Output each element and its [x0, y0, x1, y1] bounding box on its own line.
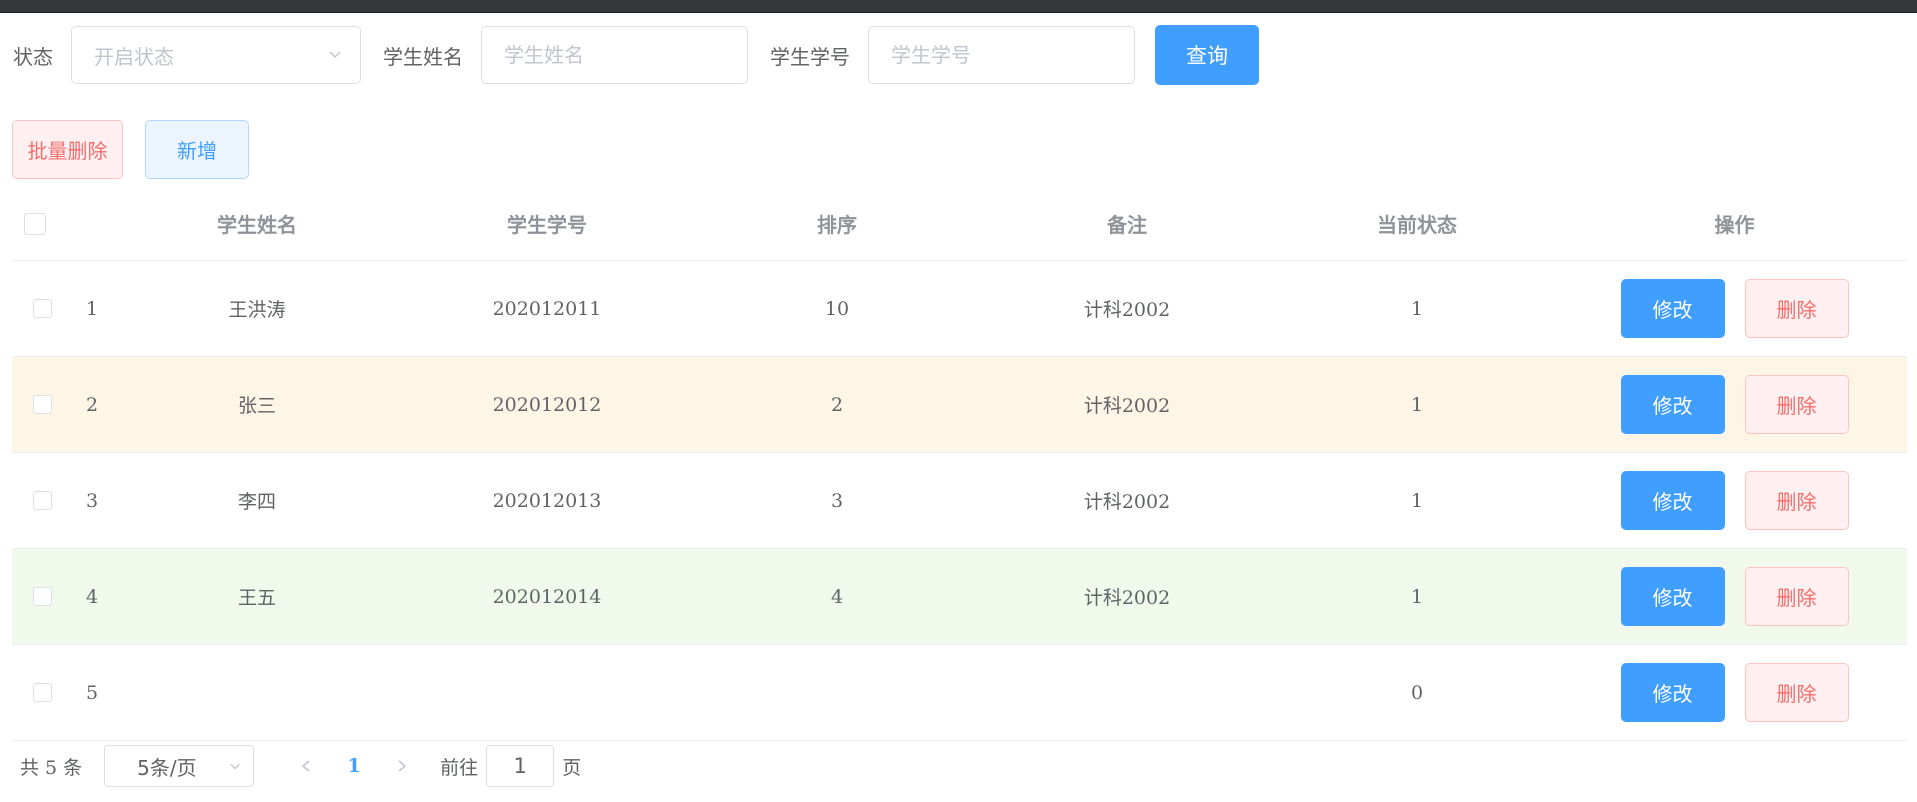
- chevron-down-icon: [230, 763, 240, 770]
- page-number-current[interactable]: 1: [326, 745, 382, 787]
- cell-remark: 计科2002: [1083, 299, 1171, 321]
- column-header-state[interactable]: 当前状态: [1272, 209, 1562, 238]
- cell-name: 王五: [237, 587, 276, 609]
- delete-button[interactable]: 删除: [1744, 471, 1849, 530]
- student-name-input[interactable]: [482, 42, 747, 68]
- table-row[interactable]: 2 张三 202012012 2 计科2002 1 修改 删除: [12, 357, 1907, 453]
- cell-actions: 修改 删除: [1562, 567, 1907, 626]
- toolbar: 批量删除 新增: [12, 120, 249, 179]
- row-checkbox-cell: [12, 587, 72, 606]
- cell-actions: 修改 删除: [1562, 375, 1907, 434]
- delete-button[interactable]: 删除: [1744, 663, 1849, 722]
- row-checkbox[interactable]: [33, 491, 52, 510]
- status-select-placeholder: 开启状态: [94, 44, 174, 69]
- status-label: 状态: [13, 44, 53, 69]
- chevron-left-icon: [301, 760, 310, 772]
- column-header-name[interactable]: 学生姓名: [112, 209, 402, 238]
- row-checkbox-cell: [12, 395, 72, 414]
- cell-state: 0: [1410, 681, 1424, 704]
- search-form: 状态 开启状态 学生姓名 学生学号 查询: [13, 25, 1259, 85]
- edit-button[interactable]: 修改: [1620, 471, 1725, 530]
- next-page-button[interactable]: [382, 745, 422, 787]
- row-index: 5: [85, 681, 99, 704]
- cell-sid: 202012013: [492, 489, 602, 512]
- row-checkbox-cell: [12, 683, 72, 702]
- cell-name: 王洪涛: [228, 299, 286, 321]
- column-header-actions: 操作: [1714, 213, 1755, 237]
- student-id-input[interactable]: [869, 42, 1134, 68]
- header-checkbox-cell: [12, 212, 72, 235]
- edit-button[interactable]: 修改: [1620, 279, 1725, 338]
- row-index: 4: [85, 585, 99, 608]
- cell-name: 李四: [237, 491, 276, 513]
- goto-page-input[interactable]: [486, 745, 555, 787]
- page-size-select[interactable]: 5条/页: [104, 745, 255, 787]
- cell-sid: 202012011: [492, 297, 602, 320]
- table-row[interactable]: 4 王五 202012014 4 计科2002 1 修改 删除: [12, 549, 1907, 645]
- cell-state: 1: [1410, 393, 1424, 416]
- student-management-page: 状态 开启状态 学生姓名 学生学号 查询 批量删除 新增 学生姓名 学生学: [0, 12, 1917, 802]
- goto-label: 前往: [440, 756, 479, 779]
- prev-page-button[interactable]: [286, 745, 326, 787]
- select-all-checkbox[interactable]: [24, 212, 46, 235]
- row-checkbox[interactable]: [33, 395, 52, 414]
- row-checkbox[interactable]: [33, 299, 52, 318]
- row-index: 3: [85, 489, 99, 512]
- edit-button[interactable]: 修改: [1620, 663, 1725, 722]
- student-name-field[interactable]: [481, 26, 748, 84]
- pagination-total: 共 5 条: [20, 756, 83, 779]
- query-button[interactable]: 查询: [1155, 25, 1259, 85]
- add-button[interactable]: 新增: [145, 120, 249, 179]
- table-row[interactable]: 3 李四 202012013 3 计科2002 1 修改 删除: [12, 453, 1907, 549]
- chevron-down-icon: [329, 51, 341, 59]
- row-index: 1: [85, 297, 99, 320]
- cell-order: 10: [824, 297, 850, 320]
- student-name-label: 学生姓名: [383, 44, 463, 69]
- cell-state: 1: [1410, 489, 1424, 512]
- cell-order: 3: [830, 489, 844, 512]
- cell-state: 1: [1410, 297, 1424, 320]
- cell-sid: 202012012: [492, 393, 602, 416]
- column-header-sid[interactable]: 学生学号: [402, 209, 692, 238]
- cell-actions: 修改 删除: [1562, 663, 1907, 722]
- student-table: 学生姓名 学生学号 排序 备注 当前状态 操作 1 王洪涛 202012011 …: [12, 187, 1907, 741]
- table-row[interactable]: 1 王洪涛 202012011 10 计科2002 1 修改 删除: [12, 261, 1907, 357]
- edit-button[interactable]: 修改: [1620, 567, 1725, 626]
- student-id-label: 学生学号: [770, 44, 850, 69]
- cell-order: 4: [830, 585, 844, 608]
- column-header-order[interactable]: 排序: [692, 209, 982, 238]
- cell-state: 1: [1410, 585, 1424, 608]
- row-index: 2: [85, 393, 99, 416]
- table-header: 学生姓名 学生学号 排序 备注 当前状态 操作: [12, 187, 1907, 261]
- cell-remark: 计科2002: [1083, 587, 1171, 609]
- cell-actions: 修改 删除: [1562, 279, 1907, 338]
- page-jumper: 前往 页: [440, 745, 581, 787]
- student-id-field[interactable]: [868, 26, 1135, 84]
- chevron-right-icon: [398, 760, 407, 772]
- cell-remark: 计科2002: [1083, 395, 1171, 417]
- row-checkbox[interactable]: [33, 683, 52, 702]
- row-checkbox[interactable]: [33, 587, 52, 606]
- row-checkbox-cell: [12, 491, 72, 510]
- cell-name: 张三: [237, 395, 276, 417]
- cell-sid: 202012014: [492, 585, 602, 608]
- edit-button[interactable]: 修改: [1620, 375, 1725, 434]
- pagination: 共 5 条 5条/页 1 前往 页: [20, 745, 581, 787]
- delete-button[interactable]: 删除: [1744, 279, 1849, 338]
- cell-remark: 计科2002: [1083, 491, 1171, 513]
- page-size-value: 5条/页: [137, 755, 197, 780]
- table-row[interactable]: 5 0 修改 删除: [12, 645, 1907, 741]
- batch-delete-button[interactable]: 批量删除: [12, 120, 123, 179]
- status-select[interactable]: 开启状态: [71, 26, 361, 84]
- delete-button[interactable]: 删除: [1744, 375, 1849, 434]
- page-suffix-label: 页: [562, 756, 582, 779]
- delete-button[interactable]: 删除: [1744, 567, 1849, 626]
- column-header-remark[interactable]: 备注: [982, 209, 1272, 238]
- cell-actions: 修改 删除: [1562, 471, 1907, 530]
- row-checkbox-cell: [12, 299, 72, 318]
- cell-order: 2: [830, 393, 844, 416]
